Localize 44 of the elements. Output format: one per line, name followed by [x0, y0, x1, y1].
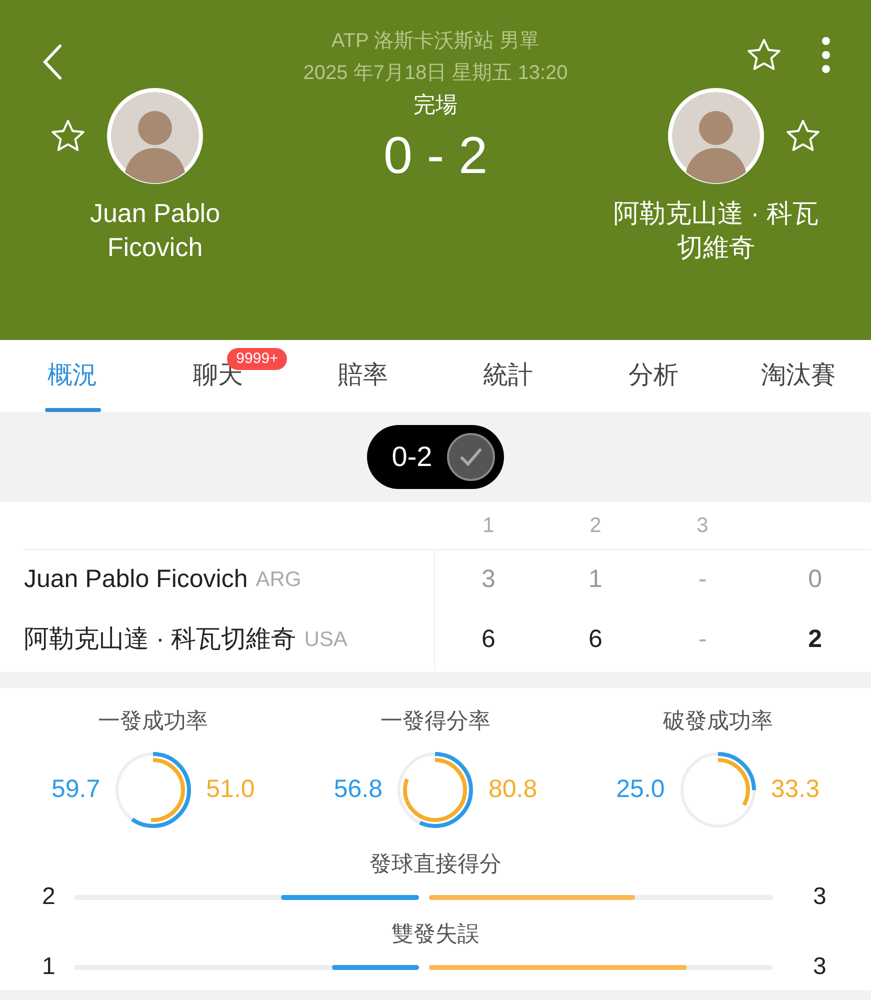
set-score: - — [697, 564, 708, 596]
total-score: 0 — [808, 564, 822, 596]
set-number: 2 — [588, 512, 602, 539]
player-name: Juan Pablo Ficovich — [24, 564, 248, 596]
set-number: 1 — [482, 512, 496, 539]
home-value: 59.7 — [50, 774, 100, 806]
set-score: 1 — [588, 564, 604, 596]
away-value: 51.0 — [206, 774, 256, 806]
stat-title: 雙發失誤 — [392, 920, 480, 948]
set-number: 3 — [696, 512, 710, 539]
home-value: 25.0 — [615, 774, 665, 806]
tab[interactable]: 賠率 — [290, 340, 436, 412]
home-value: 56.8 — [332, 774, 382, 806]
more-icon[interactable] — [821, 36, 831, 74]
away-value: 80.8 — [488, 774, 538, 806]
stat-title: 一發得分率 — [380, 707, 490, 735]
away-value: 3 — [812, 882, 828, 912]
set-score: 6 — [588, 624, 604, 656]
pill-score: 0-2 — [392, 440, 432, 474]
tab[interactable]: 概況 — [0, 340, 146, 412]
set-score: 3 — [480, 564, 496, 596]
tab[interactable]: 淘汰賽 — [726, 340, 871, 412]
player-name: Juan Pablo Ficovich — [88, 197, 222, 264]
away-value: 33.3 — [770, 774, 820, 806]
home-value: 1 — [41, 952, 56, 982]
set-score: - — [697, 624, 708, 656]
stat-title: 發球直接得分 — [370, 850, 502, 878]
tab[interactable]: 分析 — [580, 340, 726, 412]
tournament-title: ATP 洛斯卡沃斯站 男單 — [331, 29, 540, 54]
check-icon[interactable] — [446, 432, 496, 482]
match-status: 完場 — [414, 91, 458, 119]
match-score: 0 - 2 — [383, 126, 488, 187]
player-name: 阿勒克山達 · 科瓦切維奇 — [24, 624, 296, 656]
away-value: 3 — [812, 952, 828, 982]
total-score: 2 — [808, 624, 822, 656]
tab[interactable]: 統計 — [436, 340, 581, 412]
set-score: 6 — [480, 624, 496, 656]
country-code: ARG — [256, 567, 302, 594]
home-value: 2 — [41, 882, 56, 912]
stat-title: 一發成功率 — [98, 707, 208, 735]
match-datetime: 2025 年7月18日 星期五 13:20 — [303, 61, 568, 86]
player-name: 阿勒克山達 · 科瓦切維奇 — [612, 197, 820, 264]
country-code: USA — [304, 627, 348, 654]
stat-title: 破發成功率 — [662, 707, 773, 735]
